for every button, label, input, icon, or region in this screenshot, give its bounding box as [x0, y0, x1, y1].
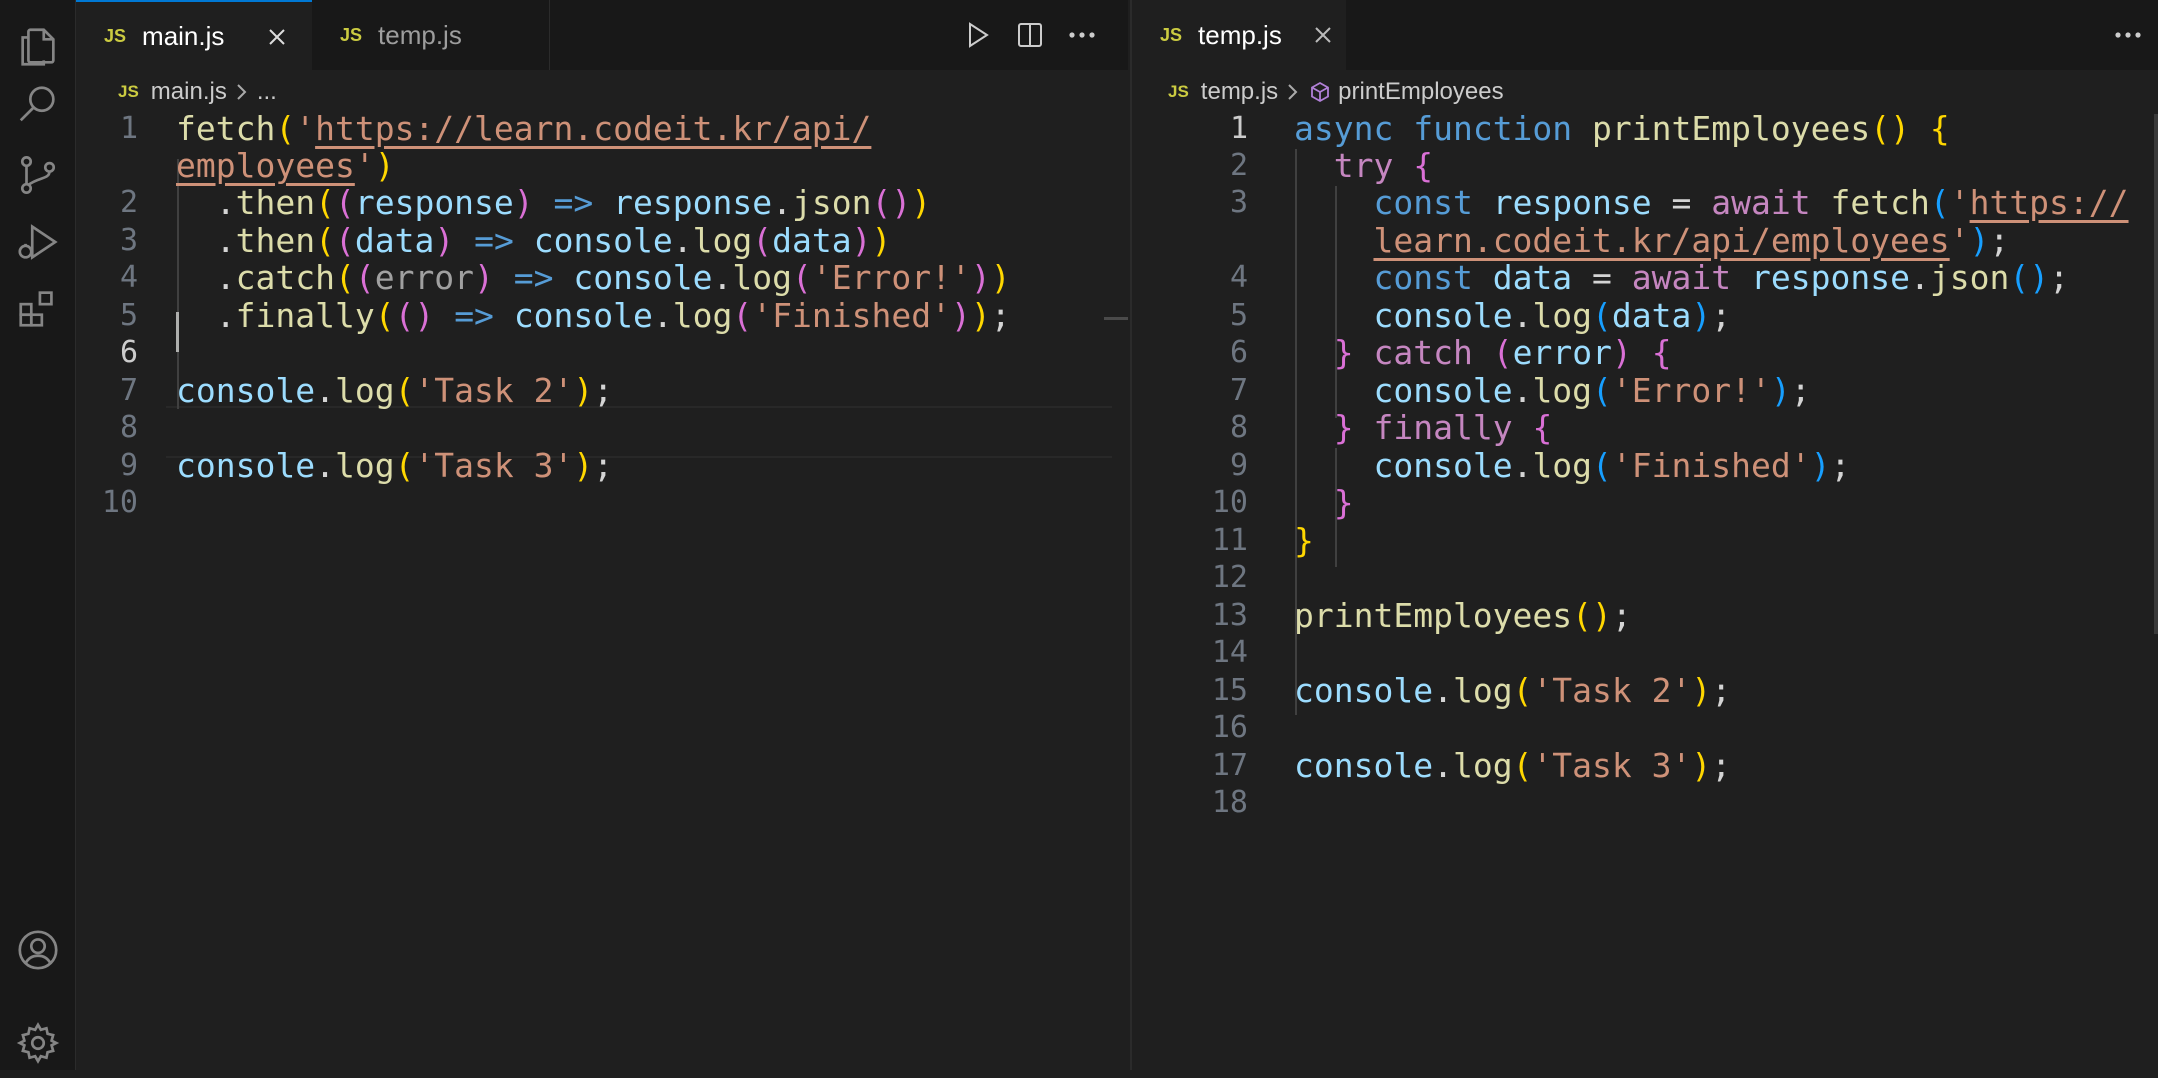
account-icon — [17, 930, 58, 970]
editor-actions — [2102, 14, 2154, 56]
code-line: console.log('Task 3'); — [176, 446, 614, 485]
more-actions-icon — [2115, 32, 2141, 38]
close-tab-button[interactable] — [1306, 18, 1340, 52]
more-actions-button[interactable] — [1056, 14, 1108, 56]
code-line: console.log('Task 3'); — [1294, 746, 1732, 785]
close-icon — [1315, 27, 1331, 43]
symbol-method-icon — [1308, 80, 1332, 104]
line-number: 18 — [1211, 785, 1248, 820]
code-line: .finally(() => console.log('Finished')); — [176, 296, 1011, 335]
close-icon — [269, 29, 285, 45]
code-line: } — [1294, 521, 1314, 560]
js-file-icon: JS — [340, 24, 363, 45]
extensions-button[interactable] — [0, 273, 75, 343]
code-editor-main-js[interactable]: 1 2 3 4 5 6 7 8 9 10 fetch('https://learn.codeit.… — [76, 109, 1128, 1070]
tab-main-js[interactable]: JS main.js — [76, 0, 312, 70]
breadcrumb-symbol[interactable]: printEmployees — [1338, 78, 1503, 106]
line-number: 3 — [1229, 185, 1248, 220]
code-line: console.log('Task 2'); — [1294, 671, 1732, 710]
editor-group-right: JS temp.js JS temp.js printEmployees 1 2… — [1130, 0, 2158, 1070]
code-line: printEmployees(); — [1294, 596, 1632, 635]
breadcrumb-more[interactable]: ... — [257, 78, 277, 106]
tab-bar: JS temp.js — [1132, 0, 2158, 70]
close-tab-button[interactable] — [260, 20, 294, 54]
run-button[interactable] — [952, 14, 1004, 56]
more-actions-button[interactable] — [2102, 14, 2154, 56]
js-file-icon: JS — [118, 82, 139, 101]
minimap-slider[interactable] — [1104, 317, 1128, 320]
line-number: 1 — [119, 111, 138, 146]
files-icon — [20, 28, 55, 66]
split-editor-icon — [1018, 23, 1042, 47]
split-editor-button[interactable] — [1004, 14, 1056, 56]
run-icon — [969, 22, 989, 48]
text-cursor — [176, 312, 179, 352]
tab-label: temp.js — [378, 19, 462, 50]
line-number: 10 — [101, 485, 138, 520]
more-actions-icon — [1069, 32, 1095, 38]
settings-gear-icon — [16, 1022, 59, 1064]
chevron-right-icon — [235, 82, 249, 102]
tab-temp-js[interactable]: JS temp.js — [312, 0, 550, 70]
search-button[interactable] — [0, 70, 75, 140]
run-debug-icon — [17, 224, 58, 260]
code-editor-temp-js[interactable]: 1 2 3 4 5 6 7 8 9 10 11 12 13 14 15 16 17 18 async functi… — [1132, 109, 2158, 1070]
tab-bar: JS main.js JS temp.js — [76, 0, 1128, 70]
manage-button[interactable] — [0, 1008, 75, 1078]
tab-temp-js[interactable]: JS temp.js — [1132, 0, 1346, 70]
js-file-icon: JS — [1168, 82, 1189, 101]
source-control-button[interactable] — [0, 140, 75, 210]
vertical-scrollbar[interactable] — [2154, 114, 2158, 634]
accounts-button[interactable] — [0, 915, 75, 985]
tab-label: main.js — [142, 20, 225, 51]
activity-bar — [0, 0, 76, 1070]
breadcrumb-file[interactable]: temp.js — [1201, 78, 1278, 106]
tab-label: temp.js — [1198, 19, 1282, 50]
code-line: console.log('Finished'); — [1373, 446, 1851, 485]
extensions-icon — [18, 291, 53, 327]
indent-guide — [1335, 523, 1337, 567]
source-control-icon — [20, 156, 55, 194]
editor-actions — [952, 14, 1108, 56]
chevron-right-icon — [1286, 82, 1300, 102]
run-debug-button[interactable] — [0, 207, 75, 277]
editor-group-left: JS main.js JS temp.js JS main.js ... 1 2… — [76, 0, 1128, 1070]
breadcrumb-file[interactable]: main.js — [151, 78, 227, 106]
js-file-icon: JS — [1160, 24, 1183, 45]
search-icon — [19, 86, 55, 122]
code-line: console.log('Task 2'); — [176, 371, 614, 410]
js-file-icon: JS — [104, 25, 127, 46]
